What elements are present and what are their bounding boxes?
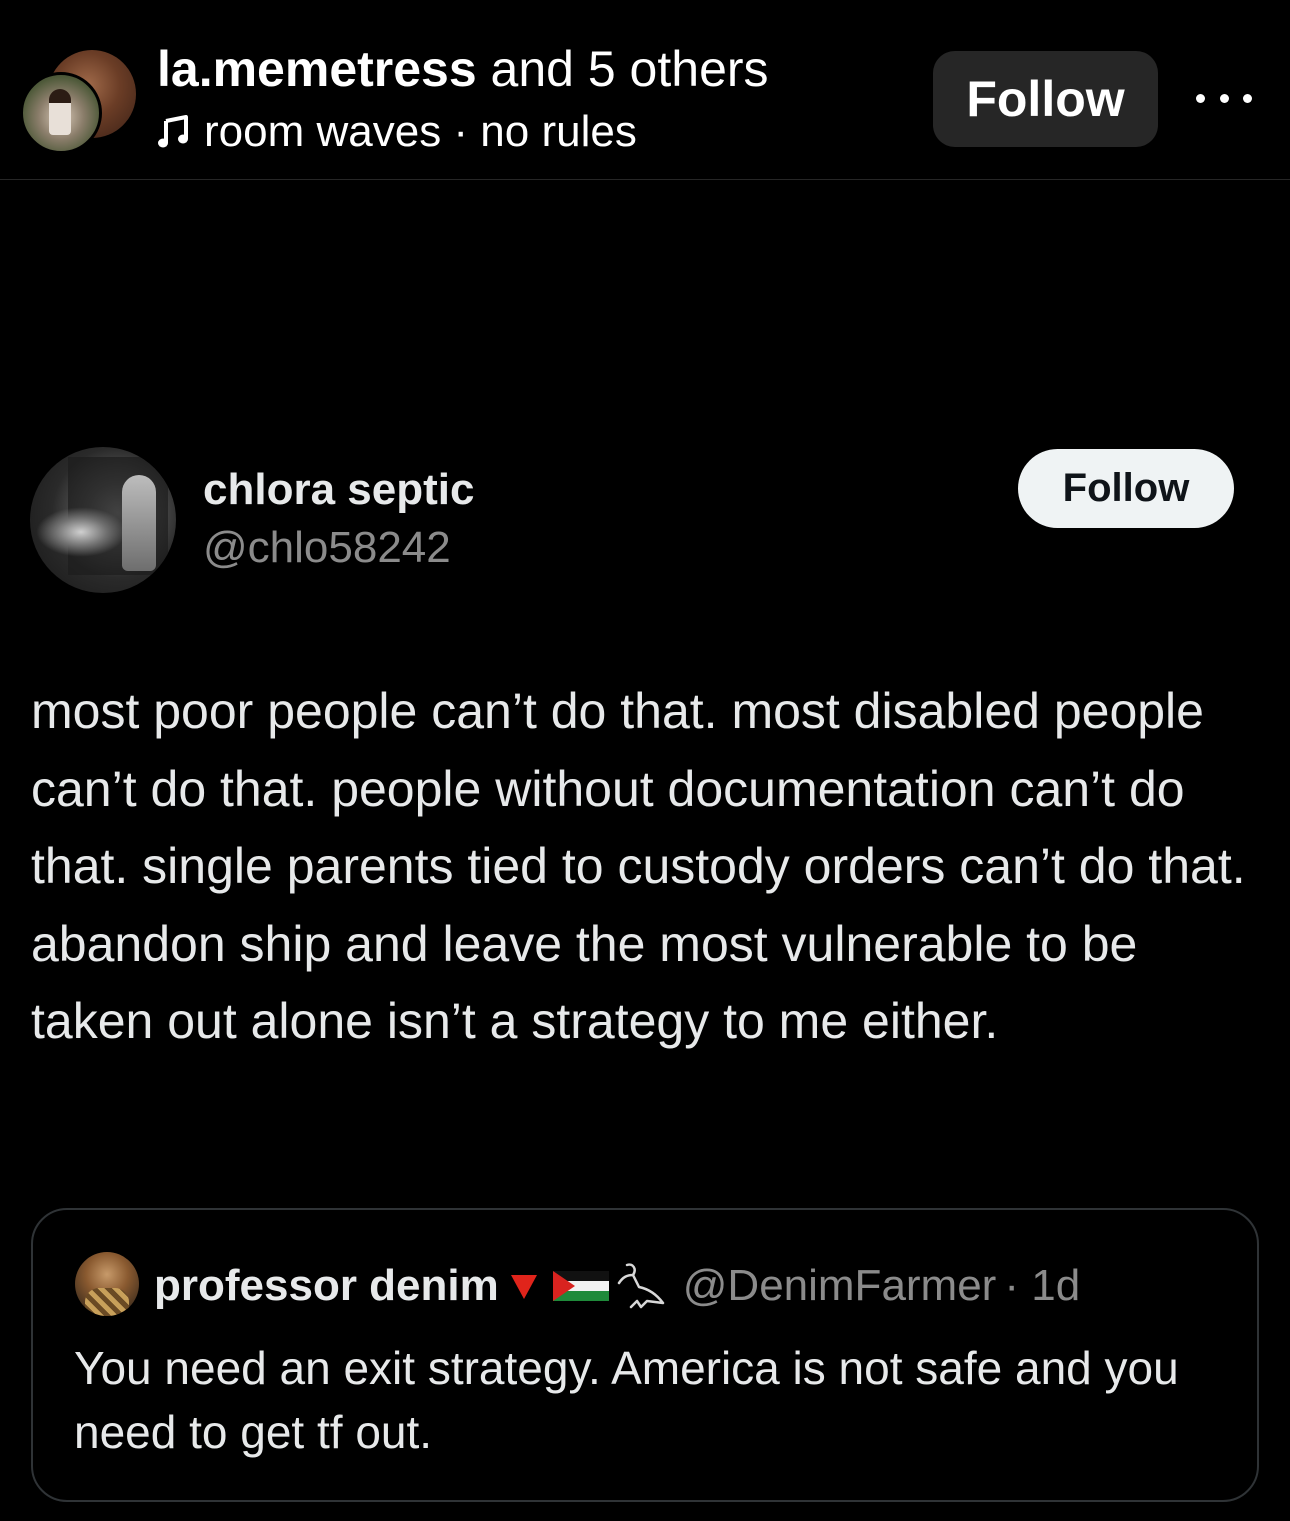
follow-button[interactable]: Follow (933, 51, 1158, 147)
ibis-bird-icon (617, 1263, 664, 1309)
avatar-primary[interactable] (20, 72, 102, 154)
tweet-body: most poor people can’t do that. most dis… (31, 683, 1246, 1049)
quoted-author-avatar (75, 1252, 139, 1316)
quoted-tweet-body: You need an exit strategy. America is no… (74, 1342, 1179, 1458)
quoted-tweet: professor denim @DenimFarmer · 1d You ne… (31, 1208, 1259, 1502)
audio-track[interactable]: room waves · no rules (158, 106, 637, 158)
collaborators-text[interactable]: and 5 others (477, 41, 769, 97)
quoted-timestamp: · 1d (1004, 1261, 1081, 1310)
quoted-handle: @DenimFarmer (682, 1261, 997, 1310)
quoted-tweet-header: professor denim @DenimFarmer · 1d (154, 1256, 1080, 1316)
music-note-icon (158, 115, 188, 148)
palestine-flag-icon (552, 1271, 609, 1301)
red-triangle-icon (510, 1275, 537, 1299)
tweet-follow-button: Follow (1018, 449, 1234, 528)
author-username[interactable]: la.memetress (157, 41, 477, 97)
tweet-author-avatar (30, 447, 176, 593)
ellipsis-icon[interactable] (1196, 88, 1252, 108)
tweet-display-name: chlora septic (203, 465, 475, 514)
tweet-handle: @chlo58242 (203, 523, 451, 572)
collab-avatars[interactable] (20, 48, 136, 154)
post-header: la.memetress and 5 others room waves · n… (0, 0, 1290, 180)
post-author-line[interactable]: la.memetress and 5 others (157, 40, 769, 98)
audio-track-label: room waves · no rules (204, 107, 637, 156)
quoted-display-name: professor denim (154, 1261, 499, 1310)
